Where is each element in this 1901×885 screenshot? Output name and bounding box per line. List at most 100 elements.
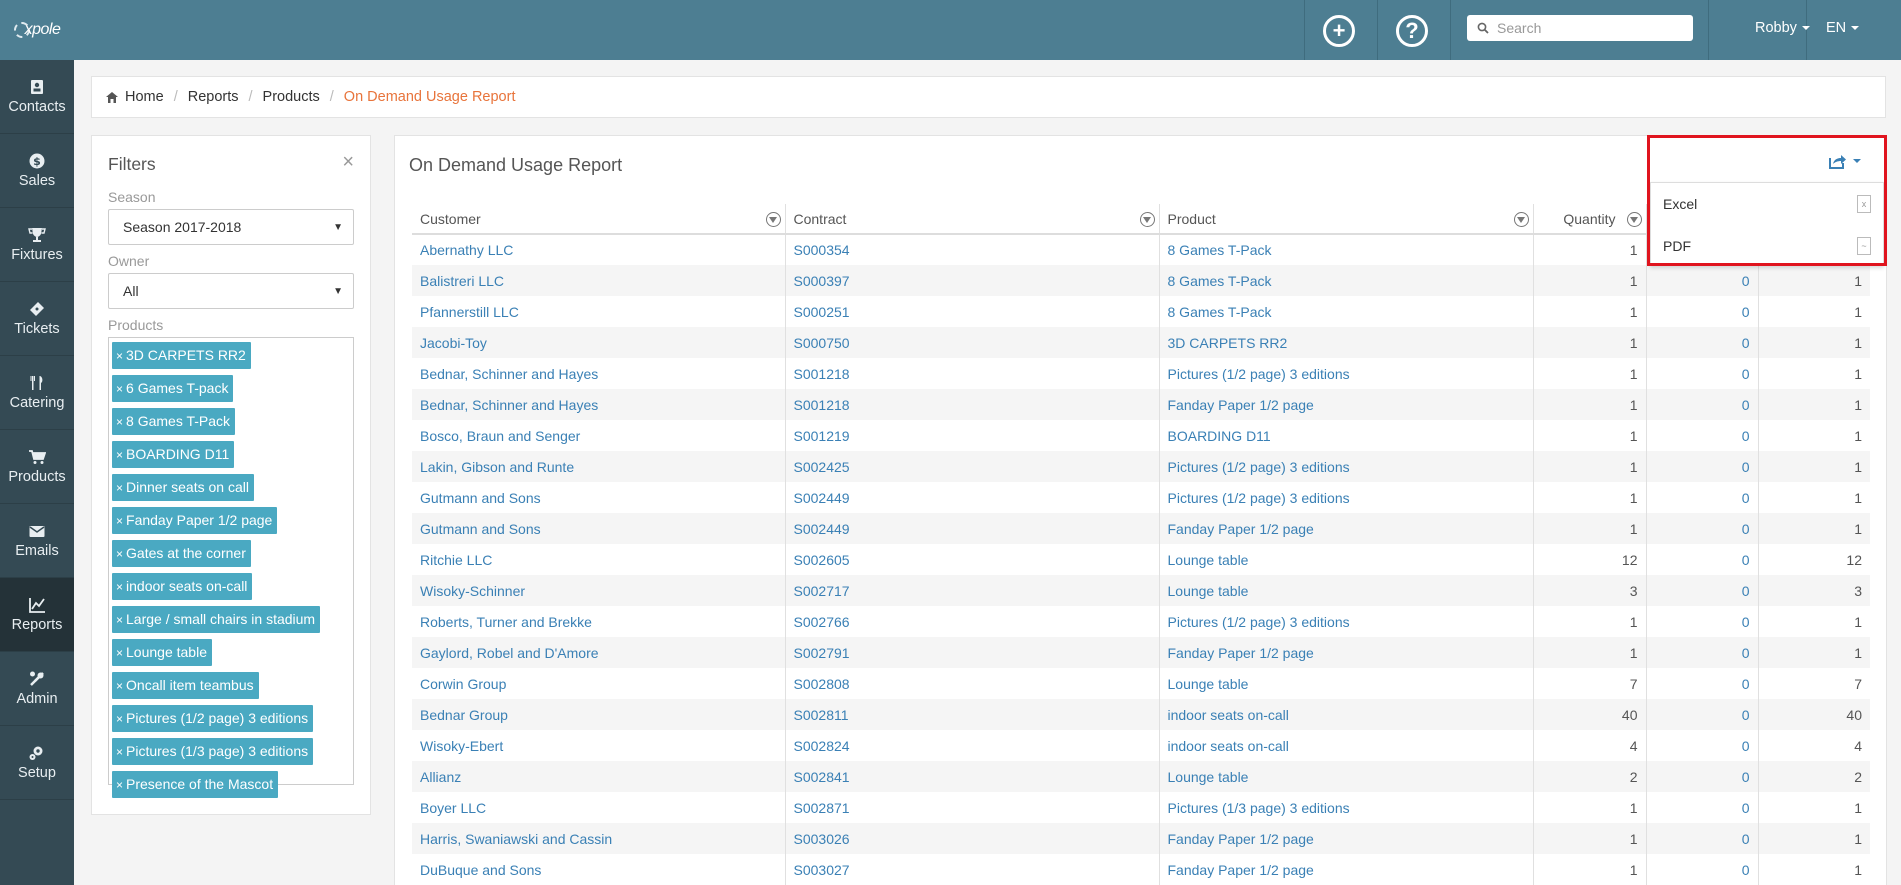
contract-link[interactable]: S003026 (794, 831, 850, 847)
customer-link[interactable]: Bednar, Schinner and Hayes (420, 366, 598, 382)
product-link[interactable]: 3D CARPETS RR2 (1168, 335, 1288, 351)
customer-link[interactable]: Bednar Group (420, 707, 508, 723)
product-link[interactable]: Pictures (1/2 page) 3 editions (1168, 459, 1350, 475)
customer-link[interactable]: Gaylord, Robel and D'Amore (420, 645, 599, 661)
used-link[interactable]: 0 (1742, 459, 1750, 475)
contract-link[interactable]: S002449 (794, 490, 850, 506)
remove-tag-icon[interactable]: × (116, 349, 123, 363)
filter-icon[interactable] (1513, 212, 1529, 227)
customer-link[interactable]: Roberts, Turner and Brekke (420, 614, 592, 630)
remove-tag-icon[interactable]: × (116, 646, 123, 660)
used-link[interactable]: 0 (1742, 428, 1750, 444)
owner-select[interactable]: All ▼ (108, 273, 354, 309)
customer-link[interactable]: Boyer LLC (420, 800, 486, 816)
contract-link[interactable]: S002766 (794, 614, 850, 630)
product-link[interactable]: Pictures (1/2 page) 3 editions (1168, 490, 1350, 506)
breadcrumb-products[interactable]: Products (263, 89, 320, 105)
product-tag[interactable]: × 6 Games T-pack (112, 375, 234, 402)
product-tag[interactable]: × indoor seats on-call (112, 573, 253, 600)
plus-circle-icon[interactable]: + (1323, 15, 1355, 47)
used-link[interactable]: 0 (1742, 397, 1750, 413)
used-link[interactable]: 0 (1742, 304, 1750, 320)
customer-link[interactable]: Corwin Group (420, 676, 506, 692)
sidebar-item-fixtures[interactable]: Fixtures (0, 208, 74, 282)
customer-link[interactable]: Bednar, Schinner and Hayes (420, 397, 598, 413)
close-icon[interactable]: × (342, 151, 354, 174)
contract-link[interactable]: S002605 (794, 552, 850, 568)
remove-tag-icon[interactable]: × (116, 481, 123, 495)
sidebar-item-reports[interactable]: Reports (0, 578, 74, 652)
season-select[interactable]: Season 2017-2018 ▼ (108, 209, 354, 245)
filter-icon[interactable] (1626, 212, 1642, 227)
sidebar-item-sales[interactable]: $ Sales (0, 134, 74, 208)
used-link[interactable]: 0 (1742, 521, 1750, 537)
remove-tag-icon[interactable]: × (116, 415, 123, 429)
customer-link[interactable]: Balistreri LLC (420, 273, 504, 289)
contract-link[interactable]: S002717 (794, 583, 850, 599)
used-link[interactable]: 0 (1742, 490, 1750, 506)
customer-link[interactable]: Pfannerstill LLC (420, 304, 519, 320)
product-link[interactable]: Pictures (1/2 page) 3 editions (1168, 366, 1350, 382)
product-tag[interactable]: × Dinner seats on call (112, 474, 254, 501)
remove-tag-icon[interactable]: × (116, 547, 123, 561)
filter-icon[interactable] (765, 212, 781, 227)
customer-link[interactable]: DuBuque and Sons (420, 862, 541, 878)
customer-link[interactable]: Gutmann and Sons (420, 490, 541, 506)
customer-link[interactable]: Wisoky-Ebert (420, 738, 503, 754)
contract-link[interactable]: S002791 (794, 645, 850, 661)
contract-link[interactable]: S002425 (794, 459, 850, 475)
remove-tag-icon[interactable]: × (116, 514, 123, 528)
sidebar-item-emails[interactable]: Emails (0, 504, 74, 578)
sidebar-item-admin[interactable]: Admin (0, 652, 74, 726)
contract-link[interactable]: S002811 (794, 707, 849, 723)
question-circle-icon[interactable]: ? (1396, 15, 1428, 47)
used-link[interactable]: 0 (1742, 614, 1750, 630)
product-link[interactable]: 8 Games T-Pack (1168, 273, 1272, 289)
used-link[interactable]: 0 (1742, 738, 1750, 754)
contract-link[interactable]: S003027 (794, 862, 850, 878)
product-link[interactable]: 8 Games T-Pack (1168, 242, 1272, 258)
used-link[interactable]: 0 (1742, 676, 1750, 692)
sidebar-item-tickets[interactable]: Tickets (0, 282, 74, 356)
remove-tag-icon[interactable]: × (116, 580, 123, 594)
user-menu[interactable]: Robby (1755, 20, 1810, 36)
sidebar-item-setup[interactable]: Setup (0, 726, 74, 800)
contract-link[interactable]: S000354 (794, 242, 850, 258)
product-tag[interactable]: × Pictures (1/3 page) 3 editions (112, 738, 314, 765)
used-link[interactable]: 0 (1742, 645, 1750, 661)
product-link[interactable]: Pictures (1/2 page) 3 editions (1168, 614, 1350, 630)
product-tag[interactable]: × 8 Games T-Pack (112, 408, 236, 435)
product-link[interactable]: Lounge table (1168, 552, 1249, 568)
remove-tag-icon[interactable]: × (116, 448, 123, 462)
sidebar-item-catering[interactable]: Catering (0, 356, 74, 430)
used-link[interactable]: 0 (1742, 831, 1750, 847)
product-tag[interactable]: × BOARDING D11 (112, 441, 235, 468)
customer-link[interactable]: Lakin, Gibson and Runte (420, 459, 574, 475)
product-link[interactable]: Fanday Paper 1/2 page (1168, 831, 1314, 847)
contract-link[interactable]: S002824 (794, 738, 850, 754)
customer-link[interactable]: Bosco, Braun and Senger (420, 428, 580, 444)
contract-link[interactable]: S002808 (794, 676, 850, 692)
remove-tag-icon[interactable]: × (116, 382, 123, 396)
breadcrumb-reports[interactable]: Reports (188, 89, 239, 105)
contract-link[interactable]: S000251 (794, 304, 850, 320)
product-link[interactable]: indoor seats on-call (1168, 707, 1289, 723)
remove-tag-icon[interactable]: × (116, 712, 123, 726)
contract-link[interactable]: S002871 (794, 800, 850, 816)
search-box[interactable] (1467, 15, 1693, 41)
product-link[interactable]: Fanday Paper 1/2 page (1168, 521, 1314, 537)
app-logo[interactable]: xpole (0, 0, 74, 60)
sidebar-item-products[interactable]: Products (0, 430, 74, 504)
product-link[interactable]: Lounge table (1168, 769, 1249, 785)
customer-link[interactable]: Harris, Swaniawski and Cassin (420, 831, 612, 847)
filter-icon[interactable] (1139, 212, 1155, 227)
product-tag[interactable]: × Gates at the corner (112, 540, 251, 567)
contract-link[interactable]: S002841 (794, 769, 850, 785)
customer-link[interactable]: Gutmann and Sons (420, 521, 541, 537)
contract-link[interactable]: S001218 (794, 366, 850, 382)
product-link[interactable]: indoor seats on-call (1168, 738, 1289, 754)
product-link[interactable]: Fanday Paper 1/2 page (1168, 862, 1314, 878)
customer-link[interactable]: Jacobi-Toy (420, 335, 487, 351)
used-link[interactable]: 0 (1742, 335, 1750, 351)
breadcrumb-home[interactable]: Home (125, 89, 164, 105)
